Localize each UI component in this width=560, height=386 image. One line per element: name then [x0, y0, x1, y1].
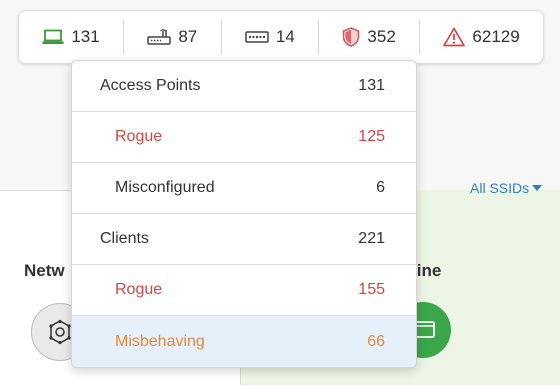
- warning-icon: [443, 27, 466, 47]
- caret-down-icon: [532, 185, 543, 191]
- device-breakdown-dropdown: Access Points 131 Rogue 125 Misconfigure…: [71, 60, 417, 368]
- routers-stat[interactable]: 87: [124, 20, 222, 54]
- alerts-stat[interactable]: 62129: [420, 20, 543, 54]
- row-count: 125: [358, 128, 385, 145]
- network-title: Netw: [24, 261, 65, 280]
- shield-icon: [343, 27, 360, 47]
- security-count: 352: [367, 27, 396, 46]
- laptop-icon: [42, 29, 64, 44]
- row-count: 6: [376, 179, 385, 196]
- network-hexagon-icon: [49, 319, 71, 345]
- rogue-access-points-row[interactable]: Rogue 125: [72, 112, 416, 163]
- security-stat[interactable]: 352: [319, 20, 421, 54]
- ssid-filter-label: All SSIDs: [470, 180, 530, 196]
- clients-row[interactable]: Clients 221: [72, 214, 416, 265]
- rogue-clients-row[interactable]: Rogue 155: [72, 265, 416, 316]
- ssid-filter-dropdown[interactable]: All SSIDs: [470, 180, 543, 196]
- access-points-row[interactable]: Access Points 131: [72, 61, 416, 112]
- switches-stat[interactable]: 14: [222, 20, 320, 54]
- misbehaving-clients-row[interactable]: Misbehaving 66: [72, 316, 416, 367]
- row-count: 155: [358, 281, 385, 298]
- row-label: Rogue: [115, 128, 163, 145]
- switches-count: 14: [275, 27, 295, 46]
- row-label: Rogue: [115, 281, 163, 298]
- routers-count: 87: [178, 27, 198, 46]
- router-icon: [147, 29, 172, 45]
- row-label: Misbehaving: [115, 332, 205, 350]
- row-label: Misconfigured: [115, 179, 215, 196]
- access-points-stat[interactable]: 131: [19, 20, 124, 54]
- access-points-count: 131: [71, 27, 100, 46]
- row-label: Access Points: [100, 77, 201, 94]
- row-count: 66: [367, 332, 385, 350]
- row-count: 131: [358, 77, 385, 94]
- row-count: 221: [358, 230, 385, 247]
- device-status-bar: 131 87 14 352 62129: [18, 10, 544, 64]
- switch-icon: [245, 31, 269, 43]
- alerts-count: 62129: [472, 27, 520, 46]
- row-label: Clients: [100, 230, 149, 247]
- misconfigured-access-points-row[interactable]: Misconfigured 6: [72, 163, 416, 214]
